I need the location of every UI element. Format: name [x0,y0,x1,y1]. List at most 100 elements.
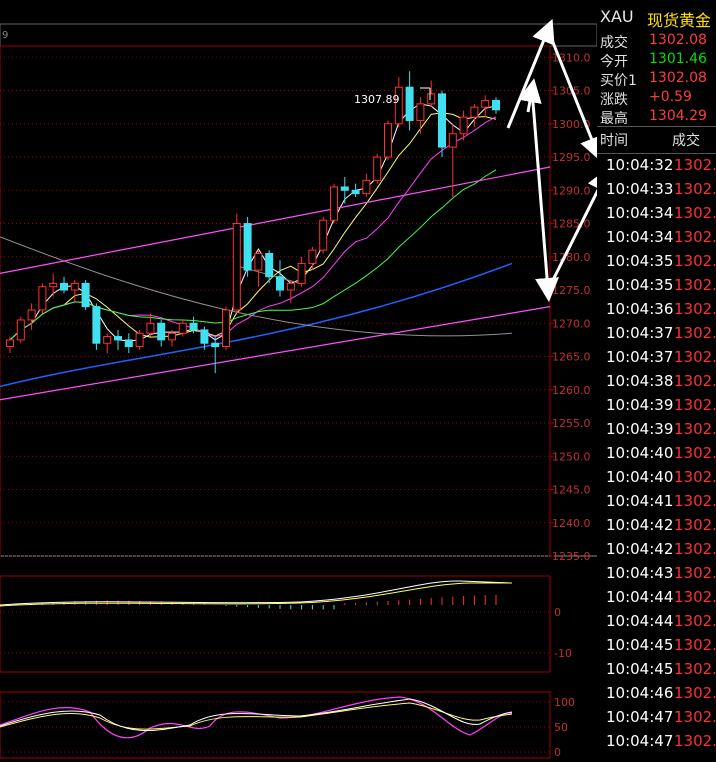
tick-price: 1302.0 [674,204,716,222]
candle-body [27,309,36,321]
tick-time: 10:04:33 [606,180,674,198]
tick-time: 10:04:39 [606,396,674,414]
quote-label: 最高 [600,111,628,127]
quote-row: 最高 1304.29 [597,107,716,127]
candle-body [330,186,338,221]
macd-tick-label: -10 [554,647,572,660]
tick-price: 1302.1 [674,324,716,342]
tick-time: 10:04:43 [606,564,674,582]
tick-time: 10:04:47 [606,732,674,750]
candle-body [362,179,371,195]
candle-body [308,249,317,264]
tick-time: 10:04:44 [606,588,674,606]
tick-row: 10:04:431302.0 [597,561,716,585]
candle-body [459,116,468,135]
tick-row: 10:04:421302.0 [597,537,716,561]
tick-row: 10:04:391302.1 [597,393,716,417]
candle-body [16,319,25,341]
candle-body [470,106,479,118]
candle-body [81,282,90,308]
candle-body [492,100,500,111]
tick-row: 10:04:331302.0 [597,177,716,201]
candle-body [6,339,14,348]
tick-price: 1302.0 [674,588,716,606]
tick-row: 10:04:441302.0 [597,585,716,609]
candle-body [373,156,382,181]
tick-price: 1302.0 [674,612,716,630]
price-tick-label: 1235.0 [552,550,591,563]
tick-price: 1302.0 [674,732,716,750]
macd-frame [0,575,551,673]
quote-label: 涨跌 [600,92,628,108]
tick-row: 10:04:401302.0 [597,441,716,465]
tick-time: 10:04:38 [606,372,674,390]
tick-price: 1302.0 [674,252,716,270]
tick-time: 10:04:46 [606,684,674,702]
kdj-d [0,702,513,730]
kdj-tick-label: 50 [554,721,568,734]
candle-body [49,282,58,288]
price-chart[interactable]: 1310.01305.01300.01295.01290.01285.01280… [0,0,600,762]
candle-body [448,133,457,148]
price-tick-label: 1265.0 [552,351,591,364]
tick-time: 10:04:32 [606,156,674,174]
tick-row: 10:04:371302.1 [597,321,716,345]
candle-body [124,339,133,348]
tick-price: 1302.0 [674,156,716,174]
tick-time: 10:04:37 [606,348,674,366]
quote-value: 1302.08 [649,70,707,86]
price-tick-label: 1250.0 [552,450,591,463]
instrument-name: 现货黄金 [647,11,712,30]
header-strip [0,23,598,47]
instrument-title[interactable]: XAU 现货黄金 [597,6,716,30]
quote-row: 今开 1301.46 [597,50,716,70]
quote-value: 1301.46 [649,51,707,67]
tick-price: 1302.0 [674,708,716,726]
price-tick-label: 1240.0 [552,517,591,530]
candle-body [405,86,414,121]
ma60-line [0,262,513,388]
price-tick-label: 1280.0 [552,251,591,264]
tick-row: 10:04:341302.1 [597,225,716,249]
tick-row: 10:04:381302.0 [597,369,716,393]
tick-time: 10:04:45 [606,660,674,678]
kdj-tick-label: 0 [554,746,561,759]
tick-price: 1302.1 [674,396,716,414]
tick-list[interactable]: 10:04:321302.010:04:331302.010:04:341302… [597,153,716,753]
tick-row: 10:04:351302.0 [597,273,716,297]
candle-body [297,262,306,284]
tick-row: 10:04:441302.0 [597,609,716,633]
tick-price: 1302.1 [674,660,716,678]
tick-time: 10:04:47 [606,708,674,726]
chart-grid [0,23,598,759]
quote-value: 1302.08 [649,32,707,48]
tick-row: 10:04:371302.0 [597,345,716,369]
tick-header-time: 时间 [600,133,628,149]
price-tick-label: 1245.0 [552,484,591,497]
tick-row: 10:04:341302.0 [597,201,716,225]
tick-time: 10:04:39 [606,420,674,438]
tick-price: 1302.0 [674,684,716,702]
candle-body [276,276,284,291]
kdj-k [0,698,513,731]
quote-panel: XAU 现货黄金 成交 1302.08 今开 1301.46 买价1 1302.08 涨跌 +… [597,0,716,762]
candle-body [92,306,101,344]
candle-body [114,336,122,341]
candle-body [340,186,349,191]
channel-lower [0,306,551,401]
tick-row: 10:04:461302.0 [597,681,716,705]
macd-tick-label: 0 [554,606,561,619]
candle-body [254,252,263,271]
kdj-frame [0,691,551,759]
candle-body [265,252,274,278]
tick-price: 1302.0 [674,276,716,294]
tick-time: 10:04:35 [606,276,674,294]
price-axis: 1310.01305.01300.01295.01290.01285.01280… [550,51,591,759]
quote-label: 买价1 [600,73,637,89]
macd-panel [0,580,513,610]
tick-row: 10:04:411302.0 [597,489,716,513]
quote-value: 1304.29 [649,108,707,124]
tick-time: 10:04:34 [606,204,674,222]
high-annotation: 1307.89 [354,93,400,106]
tick-price: 1302.0 [674,636,716,654]
